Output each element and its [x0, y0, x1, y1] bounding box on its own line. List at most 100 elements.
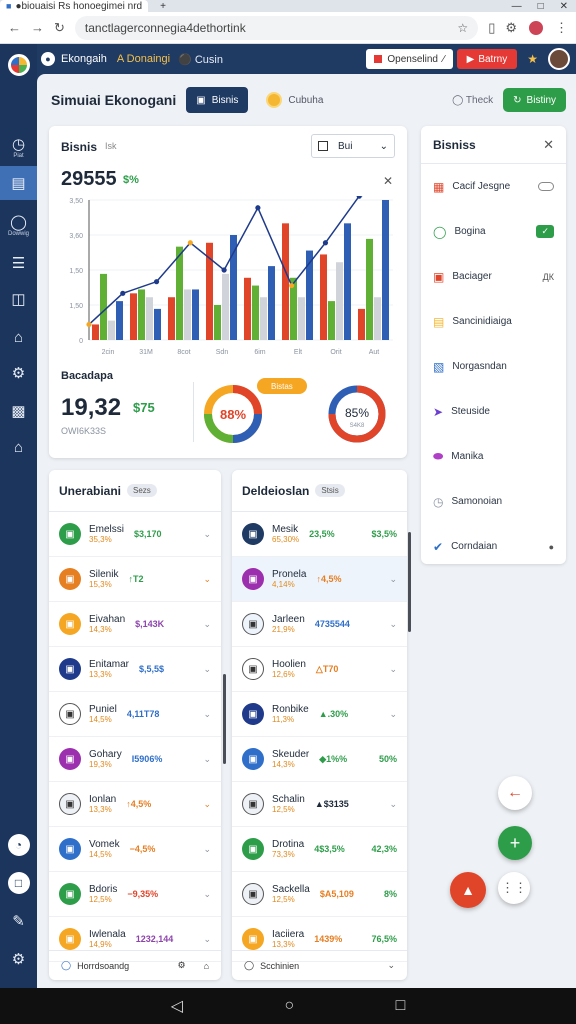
fire-fab[interactable]: ▲	[450, 872, 486, 908]
list-item[interactable]: ▣ Eivahan 14,3% $,143K ⌄	[49, 602, 221, 647]
rail-bottom-3[interactable]: ✎	[0, 904, 37, 938]
chevron-down-icon[interactable]: ⌄	[203, 574, 211, 585]
nav-home-icon[interactable]: ○	[284, 997, 294, 1015]
close-icon[interactable]: ✕	[383, 174, 393, 188]
new-tab-button[interactable]: +	[160, 1, 166, 12]
star-icon[interactable]: ☆	[457, 21, 468, 35]
rail-bank[interactable]: ⌂	[0, 430, 37, 464]
list-item[interactable]: ▣ Emelssi 35,3% $3,170 ⌄	[49, 512, 221, 557]
list-item[interactable]: ▣ Mesik 65,30% 23,5% $3,5%	[232, 512, 407, 557]
list-item[interactable]: ▣ Puniel 14,5% 4,11T78 ⌄	[49, 692, 221, 737]
list-item[interactable]: ▣ Jarleen 21,9% 4735544 ⌄	[232, 602, 407, 647]
puzzle-icon[interactable]: ⚙	[505, 20, 517, 36]
chevron-down-icon[interactable]: ⌄	[203, 754, 211, 765]
rail-document[interactable]: ▤	[0, 166, 37, 200]
close-icon[interactable]: ✕	[543, 137, 554, 153]
list-item[interactable]: ▣ Ionlan 13,3% ↑4,5% ⌄	[49, 782, 221, 827]
close-window-button[interactable]: ✕	[560, 1, 568, 12]
chevron-down-icon[interactable]: ⌄	[389, 709, 397, 720]
right-list-footer[interactable]: ◯ Scchinien ⌄	[232, 950, 407, 980]
list-item[interactable]: ▣ Vomek 14,5% −4,5% ⌄	[49, 827, 221, 872]
list-item[interactable]: ▣ Sackella 12,5% $A5,109 8%	[232, 872, 407, 917]
menu-icon[interactable]: ⋮	[555, 20, 568, 36]
nav-recents-icon[interactable]: □	[396, 997, 406, 1015]
list-item[interactable]: ▣ Schalin 12,5% ▲$3135 ⌄	[232, 782, 407, 827]
right-scrollbar[interactable]	[408, 532, 411, 632]
chevron-down-icon[interactable]: ⌄	[203, 664, 211, 675]
header-link-1[interactable]: A Donaingi	[117, 53, 170, 65]
app-logo[interactable]	[0, 48, 37, 82]
list-item[interactable]: ▣ Drotina 73,3% 4$3,5% 42,3%	[232, 827, 407, 872]
side-panel-item[interactable]: ✔ Corndaian ●	[421, 524, 566, 569]
left-scrollbar[interactable]	[223, 674, 226, 764]
home-icon[interactable]: ⌂	[204, 961, 209, 971]
left-list-tag[interactable]: Sezs	[127, 484, 157, 497]
chevron-down-icon[interactable]: ⌄	[203, 529, 211, 540]
side-panel-item[interactable]: ▣ Baciager ДК	[421, 254, 566, 299]
list-item[interactable]: ▣ Gohary 19,3% I5906% ⌄	[49, 737, 221, 782]
chevron-down-icon[interactable]: ⌄	[389, 574, 397, 585]
side-panel-item[interactable]: ◯ Bogina ✓	[421, 209, 566, 254]
nav-back-icon[interactable]: ◁	[171, 996, 183, 1016]
brand[interactable]: ● Ekongaih	[41, 52, 107, 66]
back-icon[interactable]: ←	[8, 20, 21, 35]
rail-home[interactable]: ⌂	[0, 320, 37, 354]
theck-link[interactable]: ◯ Theck	[452, 95, 493, 106]
chevron-down-icon[interactable]: ⌄	[203, 889, 211, 900]
side-panel-item[interactable]: ➤ Steuside	[421, 389, 566, 434]
rail-bottom-4[interactable]: ⚙	[0, 942, 37, 976]
list-item[interactable]: ▣ Enitamar 13,3% $,5,5$ ⌄	[49, 647, 221, 692]
list-item[interactable]: ▣ Ronbike 11,3% ▲.30% ⌄	[232, 692, 407, 737]
status-badge[interactable]: Bistas	[257, 378, 307, 394]
header-link-2[interactable]: ⚫ Cusin	[178, 53, 223, 66]
chevron-down-icon[interactable]: ⌄	[203, 934, 211, 945]
rail-globe[interactable]: ◯ Dowwig	[0, 208, 37, 242]
side-panel-item[interactable]: ▦ Cacif Jesgne	[421, 164, 566, 209]
chevron-down-icon[interactable]: ⌄	[387, 960, 395, 971]
rail-chart[interactable]: ▩	[0, 394, 37, 428]
side-panel-item[interactable]: ◷ Samonoian	[421, 479, 566, 524]
period-select[interactable]: Bui ⌄	[311, 134, 395, 158]
list-item[interactable]: ▣ Silenik 15,3% ↑T2 ⌄	[49, 557, 221, 602]
business-button[interactable]: ▣ Bisnis	[186, 87, 249, 113]
rail-list[interactable]: ☰	[0, 246, 37, 280]
rail-dashboard[interactable]: ◷ Piat	[0, 130, 37, 164]
list-item[interactable]: ▣ Bdoris 12,5% −9,35% ⌄	[49, 872, 221, 917]
minimize-button[interactable]: —	[512, 1, 522, 12]
chevron-down-icon[interactable]: ⌄	[203, 799, 211, 810]
back-fab[interactable]: ←	[498, 776, 532, 810]
browser-tab[interactable]: ■ ●biouaisi Rs honoegimei nrd	[0, 0, 149, 12]
side-panel-item[interactable]: ▤ Sancinidiaiga	[421, 299, 566, 344]
reload-icon[interactable]: ↻	[54, 20, 65, 36]
chevron-down-icon[interactable]: ⌄	[203, 844, 211, 855]
maximize-button[interactable]: □	[538, 1, 544, 12]
side-panel-item[interactable]: ▧ Norgasndan	[421, 344, 566, 389]
rail-bottom-2[interactable]: □	[0, 866, 37, 900]
forward-icon[interactable]: →	[31, 20, 44, 35]
header-pill-open[interactable]: Openselind ∕	[366, 49, 453, 69]
gear-icon[interactable]: ⚙	[177, 960, 185, 971]
user-avatar[interactable]	[548, 48, 570, 70]
side-panel-item[interactable]: ⬬ Manika	[421, 434, 566, 479]
chevron-down-icon[interactable]: ⌄	[203, 619, 211, 630]
rail-settings[interactable]: ⚙	[0, 356, 37, 390]
rail-book[interactable]: ◫	[0, 282, 37, 316]
chevron-down-icon[interactable]: ⌄	[389, 619, 397, 630]
chevron-down-icon[interactable]: ⌄	[203, 709, 211, 720]
chevron-down-icon[interactable]: ⌄	[389, 664, 397, 675]
toggle-switch[interactable]	[538, 182, 554, 191]
chevron-down-icon[interactable]: ⌄	[389, 799, 397, 810]
left-list-footer[interactable]: ◯ Horrdsoandg ⚙ ⌂	[49, 950, 221, 980]
right-list-tag[interactable]: Stsis	[315, 484, 345, 497]
apps-fab[interactable]: ⋮⋮	[498, 872, 530, 904]
trophy-icon[interactable]: ★	[527, 52, 538, 66]
list-item[interactable]: ▣ Skeuder 14,3% ◆1%% 50%	[232, 737, 407, 782]
header-pill-battery[interactable]: ▶ Batrny	[456, 49, 518, 69]
extension-icon[interactable]: ▯	[488, 20, 495, 36]
history-button[interactable]: ↻ Bistiny	[503, 88, 566, 112]
list-item[interactable]: ▣ Hoolien 12,6% △T70 ⌄	[232, 647, 407, 692]
url-field[interactable]: tanctlagerconnegia4dethortink ☆	[74, 15, 479, 40]
list-item[interactable]: ▣ Pronela 4,14% ↑4,5% ⌄	[232, 557, 407, 602]
add-fab[interactable]: +	[498, 826, 532, 860]
rail-bottom-1[interactable]: ◔	[0, 828, 37, 862]
